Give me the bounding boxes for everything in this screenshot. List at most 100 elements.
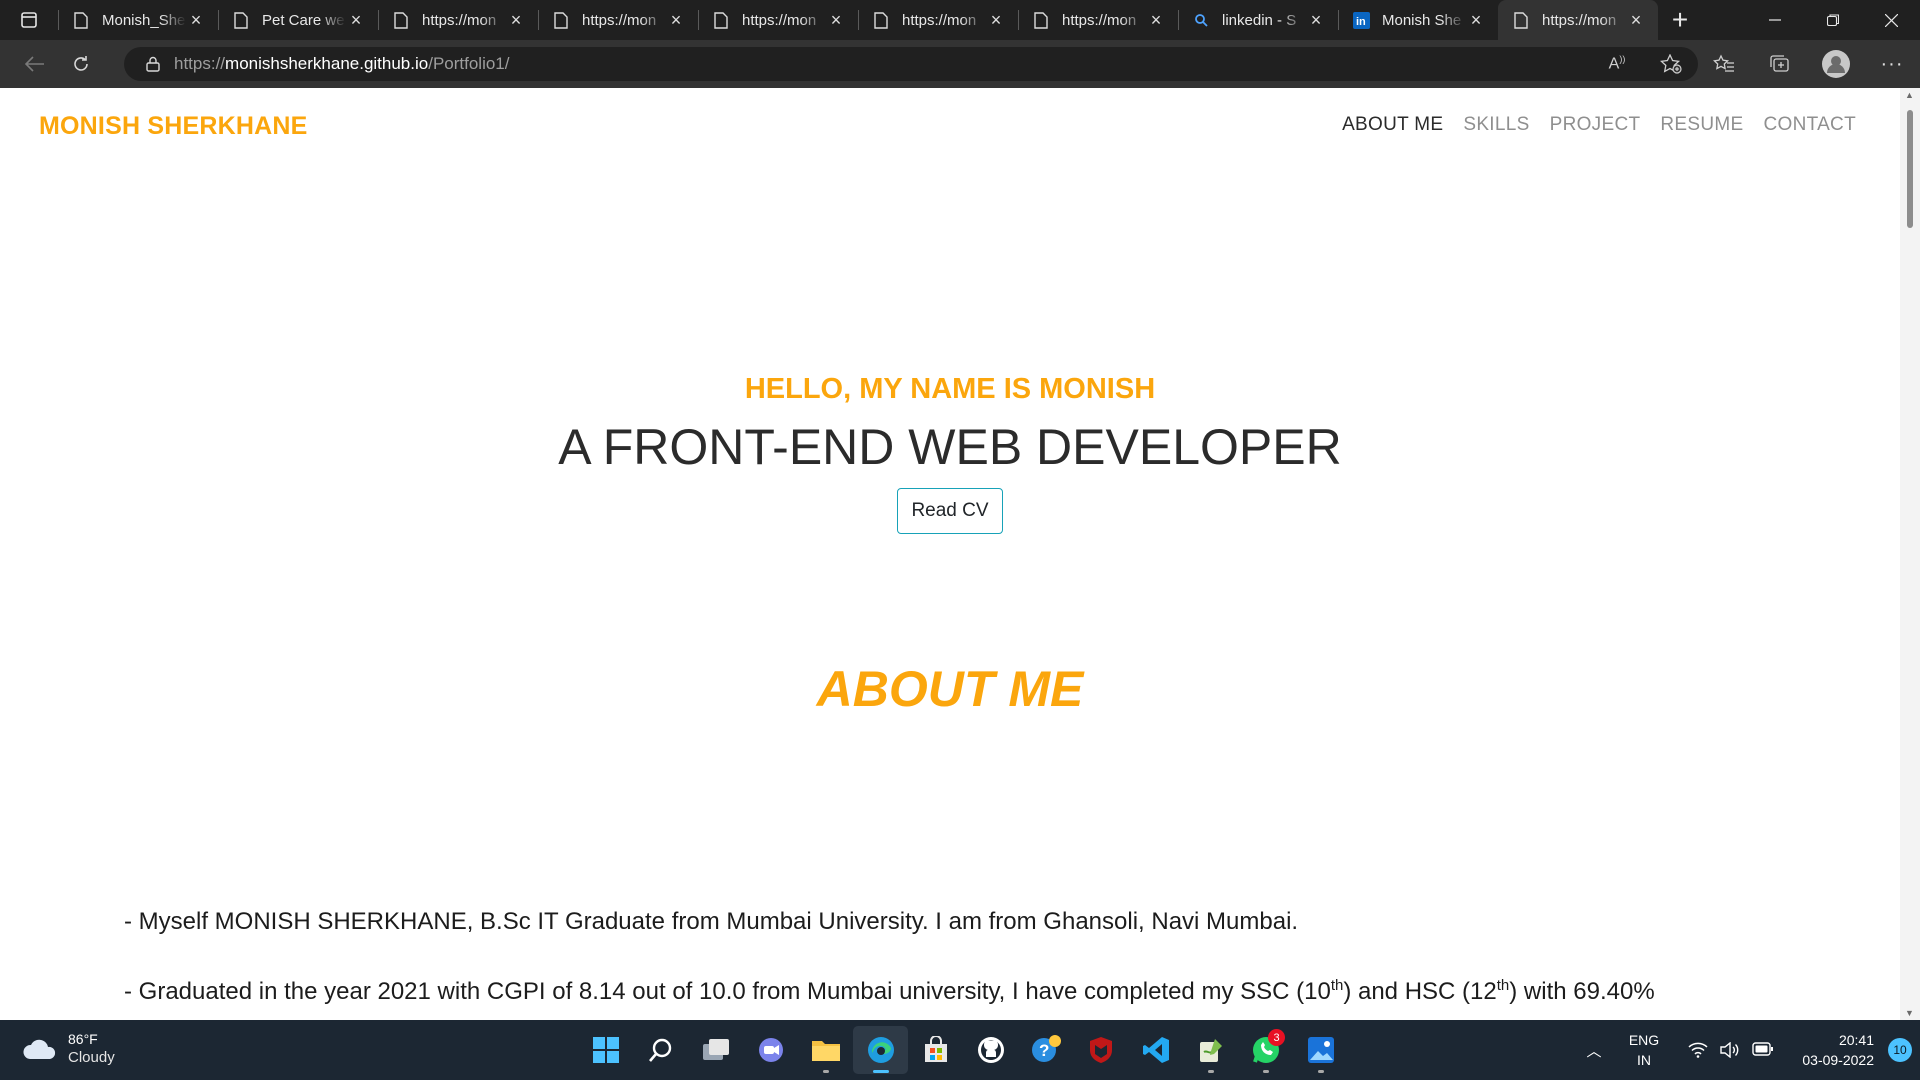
restore-button[interactable] <box>1804 0 1862 40</box>
task-view-button[interactable] <box>688 1026 743 1074</box>
tab-title: linkedin - S <box>1222 11 1297 29</box>
collections-button[interactable] <box>1752 44 1808 84</box>
notepad-button[interactable] <box>1183 1026 1238 1074</box>
show-hidden-icons-button[interactable]: ︿ <box>1574 1040 1614 1061</box>
taskbar: 86°F Cloudy ? 3 ︿ ENG IN 20:41 03-09-202… <box>0 1020 1920 1080</box>
edge-button[interactable] <box>853 1026 908 1074</box>
favorites-button[interactable] <box>1696 44 1752 84</box>
start-button[interactable] <box>578 1026 633 1074</box>
window-controls <box>1746 0 1920 40</box>
running-indicator <box>1207 1070 1214 1073</box>
running-indicator <box>1317 1070 1324 1073</box>
add-favorite-button[interactable] <box>1644 54 1698 74</box>
close-tab-icon[interactable]: × <box>1306 10 1326 30</box>
page-icon <box>552 11 570 29</box>
language-code: ENG <box>1628 1032 1660 1048</box>
close-tab-icon[interactable]: × <box>186 10 206 30</box>
close-tab-icon[interactable]: × <box>1626 10 1646 30</box>
browser-tab[interactable]: linkedin - S × <box>1178 0 1338 40</box>
url-path: /Portfolio1/ <box>428 54 510 73</box>
language-indicator[interactable]: ENG IN <box>1614 1030 1674 1070</box>
refresh-button[interactable] <box>58 44 104 84</box>
weather-condition: Cloudy <box>68 1049 115 1066</box>
github-button[interactable] <box>963 1026 1018 1074</box>
read-aloud-icon: A)) <box>1608 54 1626 73</box>
read-cv-button[interactable]: Read CV <box>897 488 1003 534</box>
tab-title: https://mon <box>902 11 977 29</box>
nav-contact[interactable]: CONTACT <box>1763 114 1856 136</box>
url-host: monishsherkhane.github.io <box>225 54 429 73</box>
mcafee-button[interactable] <box>1073 1026 1128 1074</box>
browser-toolbar: https://monishsherkhane.github.io/Portfo… <box>0 40 1920 88</box>
photos-button[interactable] <box>1293 1026 1348 1074</box>
lock-icon <box>146 56 160 72</box>
quick-settings-button[interactable] <box>1674 1042 1788 1058</box>
page-icon <box>232 11 250 29</box>
nav-resume[interactable]: RESUME <box>1660 114 1743 136</box>
back-button[interactable] <box>12 44 58 84</box>
address-bar-actions: A)) <box>1590 47 1698 81</box>
store-button[interactable] <box>908 1026 963 1074</box>
running-indicator <box>872 1070 889 1073</box>
notification-center-button[interactable]: 10 <box>1880 1038 1920 1062</box>
clock-date: 03-09-2022 <box>1802 1052 1874 1068</box>
settings-more-button[interactable]: ··· <box>1864 44 1920 84</box>
site-brand[interactable]: MONISH SHERKHANE <box>39 112 308 141</box>
browser-tab[interactable]: https://mon × <box>538 0 698 40</box>
nav-about-me[interactable]: ABOUT ME <box>1342 114 1443 136</box>
close-tab-icon[interactable]: × <box>666 10 686 30</box>
new-tab-button[interactable]: + <box>1658 0 1702 40</box>
scroll-up-icon[interactable]: ▲ <box>1905 90 1914 100</box>
nav-project[interactable]: PROJECT <box>1550 114 1641 136</box>
profile-button[interactable] <box>1808 44 1864 84</box>
vscode-icon <box>1142 1037 1169 1063</box>
help-icon: ? <box>1031 1035 1061 1062</box>
browser-tab[interactable]: https://mon × <box>698 0 858 40</box>
clock[interactable]: 20:41 03-09-2022 <box>1788 1030 1880 1070</box>
close-tab-icon[interactable]: × <box>1146 10 1166 30</box>
tab-title: https://mon <box>1062 11 1137 29</box>
browser-tab[interactable]: https://mon × <box>1018 0 1178 40</box>
page-scrollbar[interactable]: ▲ ▼ <box>1900 88 1920 1020</box>
github-icon <box>977 1037 1004 1063</box>
scrollbar-thumb[interactable] <box>1907 110 1913 228</box>
weather-widget[interactable]: 86°F Cloudy <box>22 1030 115 1068</box>
tab-strip: Monish_She × Pet Care we × https://mon ×… <box>0 0 1920 40</box>
browser-tab[interactable]: Pet Care we × <box>218 0 378 40</box>
vscode-button[interactable] <box>1128 1026 1183 1074</box>
browser-tab[interactable]: in Monish She × <box>1338 0 1498 40</box>
close-tab-icon[interactable]: × <box>506 10 526 30</box>
browser-tab[interactable]: https://mon × <box>378 0 538 40</box>
tab-actions-button[interactable] <box>0 0 58 40</box>
close-tab-icon[interactable]: × <box>826 10 846 30</box>
whatsapp-button[interactable]: 3 <box>1238 1026 1293 1074</box>
region-code: IN <box>1637 1052 1651 1068</box>
file-explorer-button[interactable] <box>798 1026 853 1074</box>
scroll-down-icon[interactable]: ▼ <box>1905 1008 1914 1018</box>
address-bar[interactable]: https://monishsherkhane.github.io/Portfo… <box>124 47 1698 81</box>
page-icon <box>872 11 890 29</box>
close-tab-icon[interactable]: × <box>986 10 1006 30</box>
taskbar-search-button[interactable] <box>633 1026 688 1074</box>
close-window-button[interactable] <box>1862 0 1920 40</box>
para-text: ) with 69.40% <box>1509 978 1655 1005</box>
tab-title: Pet Care we <box>262 11 345 29</box>
browser-tab[interactable]: https://mon × <box>858 0 1018 40</box>
tab-title: https://mon <box>742 11 817 29</box>
tab-actions-icon <box>21 12 37 28</box>
volume-icon <box>1720 1042 1739 1058</box>
site-nav: ABOUT ME SKILLS PROJECT RESUME CONTACT <box>1342 114 1856 136</box>
read-aloud-button[interactable]: A)) <box>1590 54 1644 73</box>
star-add-icon <box>1660 54 1682 74</box>
mcafee-icon <box>1089 1037 1112 1063</box>
help-button[interactable]: ? <box>1018 1026 1073 1074</box>
minimize-button[interactable] <box>1746 0 1804 40</box>
close-tab-icon[interactable]: × <box>346 10 366 30</box>
teams-chat-button[interactable] <box>743 1026 798 1074</box>
browser-tab-active[interactable]: https://mon × <box>1498 0 1658 40</box>
close-tab-icon[interactable]: × <box>1466 10 1486 30</box>
file-explorer-icon <box>811 1041 840 1061</box>
task-view-icon <box>702 1039 729 1060</box>
browser-tab[interactable]: Monish_She × <box>58 0 218 40</box>
nav-skills[interactable]: SKILLS <box>1463 114 1529 136</box>
